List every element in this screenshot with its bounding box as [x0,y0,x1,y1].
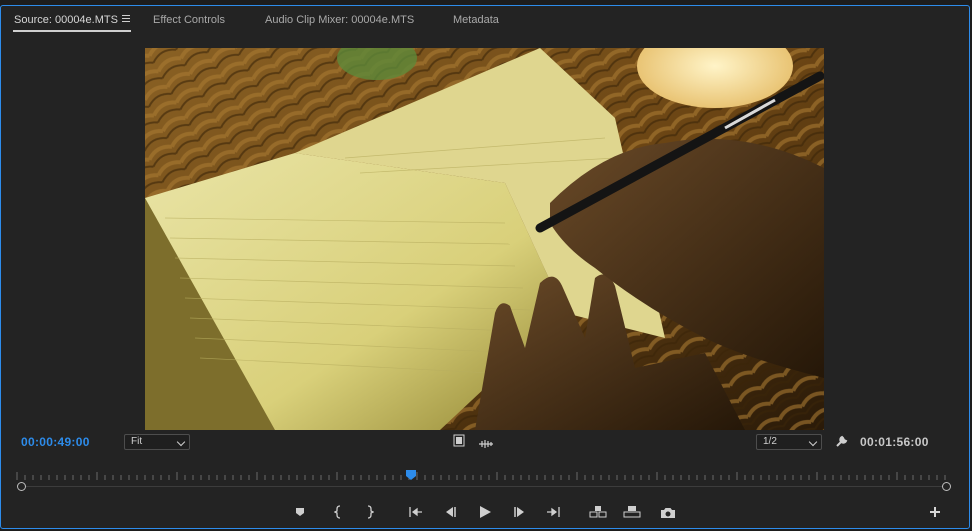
mark-in-icon [334,505,341,519]
chevron-down-icon [176,437,186,447]
zoom-level-value: Fit [131,436,143,447]
video-frame[interactable] [145,48,824,430]
go-to-in-button[interactable] [406,503,424,521]
current-timecode[interactable]: 00:00:49:00 [21,435,90,449]
play-icon [480,506,491,518]
button-editor-button[interactable] [926,503,944,521]
zoom-level-select[interactable]: Fit [124,434,190,450]
mark-out-button[interactable] [361,503,379,521]
go-to-out-button[interactable] [545,503,563,521]
zoom-scroll-track[interactable] [21,486,947,487]
tab-audio-clip-mixer[interactable]: Audio Clip Mixer: 00004e.MTS [265,14,414,26]
mark-out-icon [367,505,374,519]
step-back-icon [446,507,456,517]
add-marker-button[interactable] [291,503,309,521]
overwrite-icon [623,506,641,518]
drag-video-only-icon[interactable] [453,434,465,452]
step-back-button[interactable] [441,503,459,521]
panel-tab-bar: Source: 00004e.MTS Effect Controls Audio… [1,6,969,32]
duration-timecode: 00:01:56:00 [860,435,929,449]
go-to-in-icon [409,507,422,517]
video-frame-image [145,48,824,430]
zoom-handle-left[interactable] [17,482,26,491]
step-forward-button[interactable] [511,503,529,521]
insert-icon [589,506,607,518]
mark-in-button[interactable] [329,503,347,521]
camera-icon [661,507,675,518]
step-forward-icon [514,507,524,517]
panel-menu-icon[interactable] [122,15,130,23]
playhead-marker[interactable] [405,467,416,480]
chevron-down-icon [808,437,818,447]
resolution-value: 1/2 [763,436,777,447]
go-to-out-icon [547,507,560,517]
play-button[interactable] [476,503,494,521]
zoom-handle-right[interactable] [942,482,951,491]
overwrite-button[interactable] [623,503,641,521]
tab-source[interactable]: Source: 00004e.MTS [14,14,118,26]
time-ruler[interactable] [15,472,951,480]
source-monitor-panel: Source: 00004e.MTS Effect Controls Audio… [0,5,970,529]
tab-effect-controls[interactable]: Effect Controls [153,14,225,26]
insert-button[interactable] [589,503,607,521]
plus-icon [930,507,940,517]
active-tab-indicator [13,30,131,32]
tab-metadata[interactable]: Metadata [453,14,499,26]
wrench-icon[interactable] [835,434,849,453]
drag-audio-only-icon[interactable] [478,436,494,454]
playback-resolution-select[interactable]: 1/2 [756,434,822,450]
marker-icon [296,508,304,516]
export-frame-button[interactable] [659,503,677,521]
